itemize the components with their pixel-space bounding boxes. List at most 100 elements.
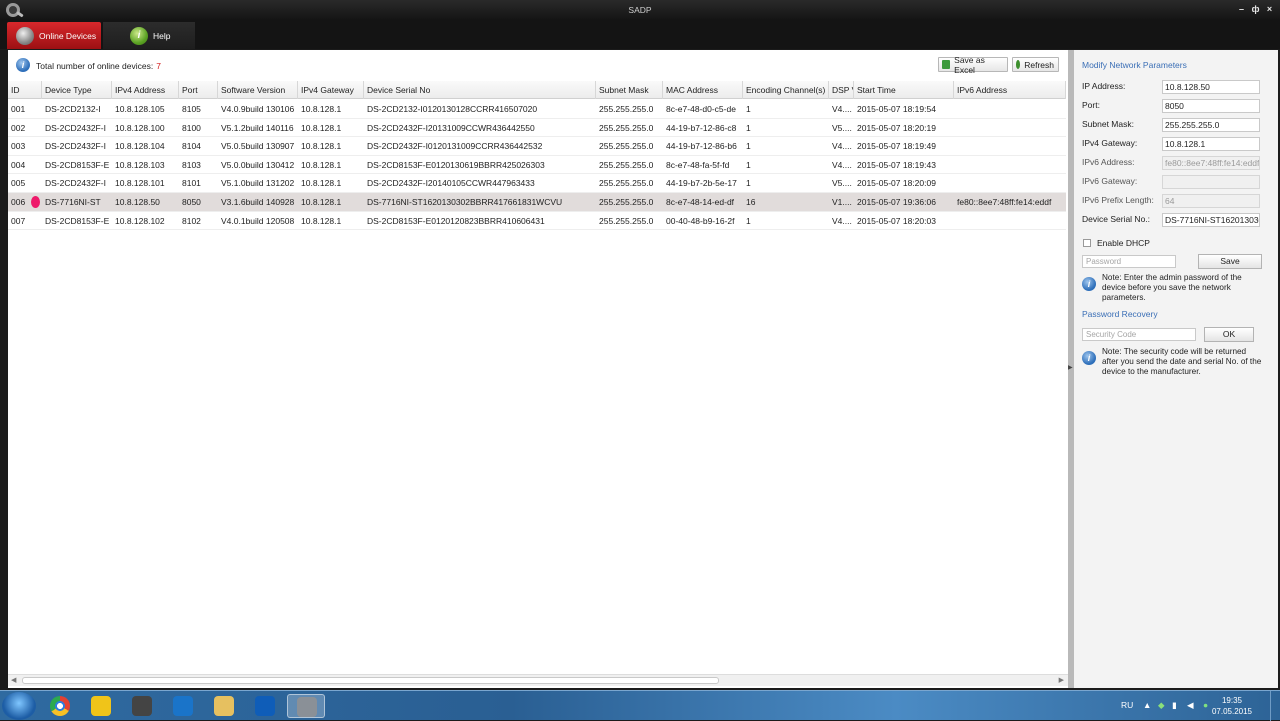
table-cell: 44-19-b7-2b-5e-17 bbox=[666, 178, 737, 189]
tray-network-icon[interactable]: ◆ bbox=[1158, 700, 1165, 711]
tab-help[interactable]: i Help bbox=[103, 22, 195, 49]
table-row[interactable]: 004 DS-2CD8153F-E 10.8.128.103 8103 V5.0.0bu… bbox=[8, 156, 1066, 175]
table-cell bbox=[954, 212, 1066, 230]
ok-button[interactable]: OK bbox=[1204, 327, 1254, 342]
table-cell: DS-7716NI-ST1620130302BBRR417661831WCVU bbox=[367, 197, 563, 207]
field-label: Device Serial No.: bbox=[1082, 214, 1151, 224]
tray-signal-icon[interactable]: ▮ bbox=[1172, 700, 1177, 711]
column-header[interactable]: DSP V bbox=[829, 81, 854, 99]
taskbar-network-icon[interactable] bbox=[164, 694, 202, 718]
scroll-left-icon[interactable]: ◀ bbox=[11, 676, 16, 684]
restore-button[interactable]: ф bbox=[1251, 4, 1260, 14]
column-header[interactable]: IPv4 Address bbox=[112, 81, 179, 99]
tray-arrow-icon[interactable]: ▲ bbox=[1143, 700, 1151, 710]
table-cell: 8100 bbox=[182, 122, 201, 133]
table-cell: 8105 bbox=[182, 104, 201, 114]
table-cell: 1 bbox=[746, 159, 751, 170]
column-header[interactable]: Encoding Channel(s) bbox=[743, 81, 829, 99]
table-row[interactable]: 002 DS-2CD2432F-I 10.8.128.100 8100 V5.1.2bu… bbox=[8, 119, 1066, 138]
taskbar-scanner-icon[interactable] bbox=[123, 694, 161, 718]
table-row[interactable]: 005 DS-2CD2432F-I 10.8.128.101 8101 V5.1.0bu… bbox=[8, 174, 1066, 193]
folder-icon bbox=[214, 696, 234, 716]
table-cell: 1 bbox=[746, 141, 751, 152]
column-header[interactable]: Port bbox=[179, 81, 218, 99]
field-input[interactable]: 255.255.255.0 bbox=[1162, 118, 1260, 132]
note-info-icon: i bbox=[1082, 351, 1096, 365]
scrollbar-thumb[interactable] bbox=[22, 677, 719, 684]
table-cell: 1 bbox=[746, 104, 751, 114]
column-header[interactable]: Software Version bbox=[218, 81, 298, 99]
language-indicator[interactable]: RU bbox=[1121, 700, 1133, 710]
show-desktop-button[interactable] bbox=[1270, 691, 1280, 721]
device-table: ID Device Type IPv4 Address Port Software Ve… bbox=[8, 81, 1066, 671]
field-label: IPv6 Prefix Length: bbox=[1082, 195, 1154, 205]
start-button[interactable] bbox=[2, 692, 36, 720]
taskbar-app-icon[interactable] bbox=[82, 694, 120, 718]
table-cell: 8050 bbox=[182, 197, 201, 207]
field-input[interactable]: 10.8.128.50 bbox=[1162, 80, 1260, 94]
save-as-excel-button[interactable]: Save as Excel bbox=[938, 55, 1008, 75]
field-input[interactable]: DS-7716NI-ST1620130302 bbox=[1162, 213, 1260, 227]
teamviewer-icon bbox=[255, 696, 275, 716]
table-cell: DS-2CD8153F-E0120120823BBRR410606431 bbox=[367, 215, 545, 226]
clock-date: 07.05.2015 bbox=[1211, 707, 1252, 716]
minimize-button[interactable]: – bbox=[1237, 4, 1246, 14]
tray-sync-icon[interactable]: ● bbox=[1203, 700, 1208, 710]
table-cell: 002 bbox=[11, 122, 26, 133]
table-cell: 255.255.255.0 bbox=[599, 141, 654, 152]
tab-online-devices[interactable]: Online Devices bbox=[7, 22, 101, 49]
column-header[interactable]: IPv6 Address bbox=[954, 81, 1066, 99]
table-cell: 10.8.128.102 bbox=[115, 215, 165, 226]
splitter-arrow-icon[interactable]: ▶ bbox=[1068, 364, 1073, 371]
scroll-right-icon[interactable]: ▶ bbox=[1059, 676, 1064, 684]
panel-title: Modify Network Parameters bbox=[1082, 60, 1187, 70]
taskbar-chrome-icon[interactable] bbox=[41, 694, 79, 718]
column-header[interactable]: ID bbox=[8, 81, 42, 99]
refresh-label: Refresh bbox=[1024, 59, 1054, 70]
info-bar: i Total number of online devices: 7 Save … bbox=[8, 50, 1068, 80]
table-cell: 2015-05-07 19:36:06 bbox=[857, 197, 936, 207]
column-header[interactable]: Device Serial No bbox=[364, 81, 596, 99]
taskbar-sadp-icon[interactable] bbox=[287, 694, 325, 718]
security-code-input[interactable]: Security Code bbox=[1082, 328, 1196, 341]
refresh-button[interactable]: Refresh bbox=[1012, 57, 1059, 72]
tray-volume-icon[interactable]: ◀ bbox=[1187, 700, 1194, 711]
table-cell bbox=[954, 174, 1066, 192]
field-input[interactable]: 8050 bbox=[1162, 99, 1260, 113]
table-cell: DS-2CD2432F-I20131009CCWR436442550 bbox=[367, 122, 535, 133]
column-header[interactable]: IPv4 Gateway bbox=[298, 81, 364, 99]
clock[interactable]: 19:35 07.05.2015 bbox=[1212, 695, 1252, 717]
table-cell: 10.8.128.105 bbox=[115, 104, 165, 114]
taskbar-folder-icon[interactable] bbox=[205, 694, 243, 718]
table-cell: DS-2CD2432F-I bbox=[45, 141, 106, 152]
field-label: Subnet Mask: bbox=[1082, 119, 1134, 129]
table-cell: DS-2CD8153F-E0120130619BBRR425026303 bbox=[367, 159, 545, 170]
close-button[interactable]: × bbox=[1265, 4, 1274, 14]
enable-dhcp-label: Enable DHCP bbox=[1097, 238, 1150, 248]
horizontal-scrollbar[interactable]: ◀ ▶ bbox=[8, 674, 1068, 686]
save-button[interactable]: Save bbox=[1198, 254, 1262, 269]
enable-dhcp-checkbox[interactable] bbox=[1083, 239, 1091, 247]
table-cell: V4.... bbox=[832, 159, 852, 170]
table-cell: 255.255.255.0 bbox=[599, 104, 654, 114]
table-cell: 44-19-b7-12-86-c8 bbox=[666, 122, 737, 133]
table-cell: DS-2CD2132-I bbox=[45, 104, 101, 114]
password-input[interactable]: Password bbox=[1082, 255, 1176, 268]
recovery-note-text: Note: The security code will be returned… bbox=[1102, 347, 1262, 376]
table-cell: DS-2CD2132-I0120130128CCRR416507020 bbox=[367, 104, 538, 114]
table-cell: 8104 bbox=[182, 141, 201, 152]
field-input[interactable]: 10.8.128.1 bbox=[1162, 137, 1260, 151]
column-header[interactable]: Subnet Mask bbox=[596, 81, 663, 99]
column-header[interactable]: Device Type bbox=[42, 81, 112, 99]
table-row[interactable]: 006 DS-7716NI-ST 10.8.128.50 8050 V3.1.6buil… bbox=[8, 193, 1066, 212]
column-header[interactable]: Start Time bbox=[854, 81, 954, 99]
table-row[interactable]: 007 DS-2CD8153F-E 10.8.128.102 8102 V4.0.1bu… bbox=[8, 212, 1066, 231]
table-row[interactable]: 001 DS-2CD2132-I 10.8.128.105 8105 V4.0.9bui… bbox=[8, 100, 1066, 119]
table-cell: 1 bbox=[746, 178, 751, 189]
recovery-note: i Note: The security code will be return… bbox=[1082, 347, 1272, 379]
column-header[interactable]: MAC Address bbox=[663, 81, 743, 99]
taskbar-teamviewer-icon[interactable] bbox=[246, 694, 284, 718]
chrome-icon bbox=[50, 696, 70, 716]
table-cell: V5.... bbox=[832, 122, 852, 133]
table-row[interactable]: 003 DS-2CD2432F-I 10.8.128.104 8104 V5.0.5bu… bbox=[8, 137, 1066, 156]
